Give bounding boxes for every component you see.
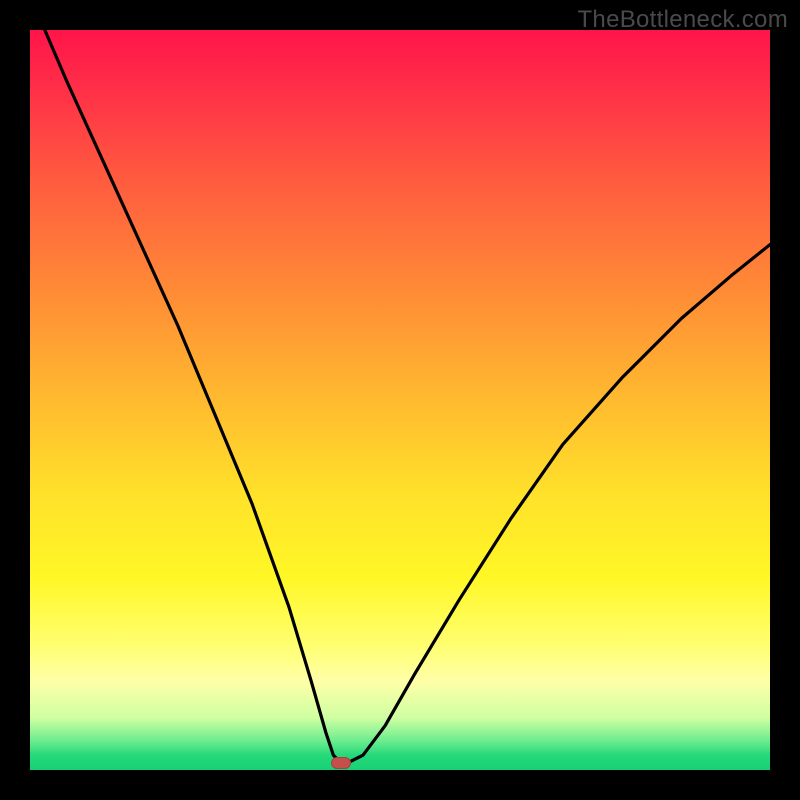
bottleneck-curve bbox=[30, 30, 770, 770]
chart-frame: TheBottleneck.com bbox=[0, 0, 800, 800]
watermark-text: TheBottleneck.com bbox=[577, 6, 788, 34]
bottleneck-curve-path bbox=[45, 30, 770, 763]
optimal-marker bbox=[331, 757, 351, 769]
chart-plot-area bbox=[30, 30, 770, 770]
